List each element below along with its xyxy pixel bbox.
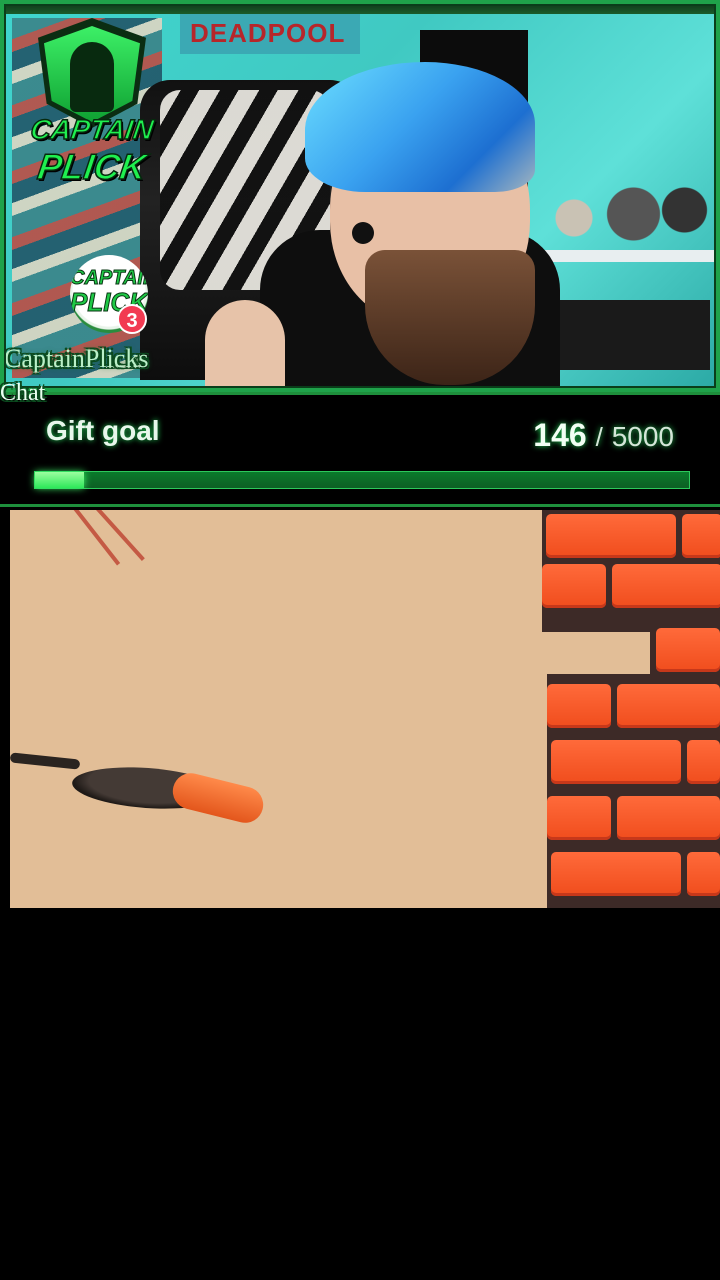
gift-goal-progress-track xyxy=(34,471,690,489)
notification-badge: 3 xyxy=(117,304,147,334)
gift-goal-widget: Gift goal 146 / 5000 xyxy=(0,392,720,507)
brick-wall-middle xyxy=(650,620,720,680)
brick xyxy=(617,684,720,728)
chat-label: Chat xyxy=(0,380,46,406)
earbud xyxy=(352,222,374,244)
brick xyxy=(551,740,681,784)
brick xyxy=(547,684,611,728)
webcam-feed: DEADPOOL CAPTAIN PLICK CAPTAIN PLICK 3 C… xyxy=(0,0,720,392)
frying-pan-handle xyxy=(10,752,81,770)
skull-decorations xyxy=(540,170,710,250)
channel-name: CaptainPlicks xyxy=(4,344,149,373)
captain-plick-logo: CAPTAIN PLICK xyxy=(26,18,158,188)
streamer-hair xyxy=(305,62,535,192)
logo-line2: PLICK xyxy=(34,145,149,188)
brick-wall-lower xyxy=(547,674,720,908)
streamer-arm xyxy=(205,300,285,390)
game-area[interactable] xyxy=(10,510,720,908)
shelf xyxy=(530,250,720,262)
poster-text: DEADPOOL xyxy=(190,18,346,48)
chopstick xyxy=(69,510,121,566)
brick xyxy=(687,852,720,896)
soldier-icon xyxy=(70,42,114,112)
sausage xyxy=(169,769,267,827)
brick xyxy=(656,628,720,672)
keyboard xyxy=(540,300,710,370)
brick-wall-upper xyxy=(542,510,720,632)
gift-goal-separator: / xyxy=(595,422,603,452)
brick xyxy=(687,740,720,784)
brick xyxy=(612,564,720,608)
gift-goal-counter: 146 / 5000 xyxy=(533,417,674,454)
brick xyxy=(682,514,720,558)
chopsticks xyxy=(65,510,145,580)
brick xyxy=(542,564,606,608)
brick xyxy=(547,796,611,840)
brick xyxy=(617,796,720,840)
deadpool-poster: DEADPOOL xyxy=(180,14,360,54)
brick xyxy=(551,852,681,896)
logo-line1: CAPTAIN xyxy=(28,113,156,146)
gift-goal-title: Gift goal xyxy=(46,415,160,446)
gift-goal-current: 146 xyxy=(533,417,587,453)
gift-goal-progress-fill xyxy=(35,472,85,488)
gift-goal-target: 5000 xyxy=(611,421,674,452)
webcam-top-border xyxy=(0,0,720,14)
brick xyxy=(546,514,676,558)
